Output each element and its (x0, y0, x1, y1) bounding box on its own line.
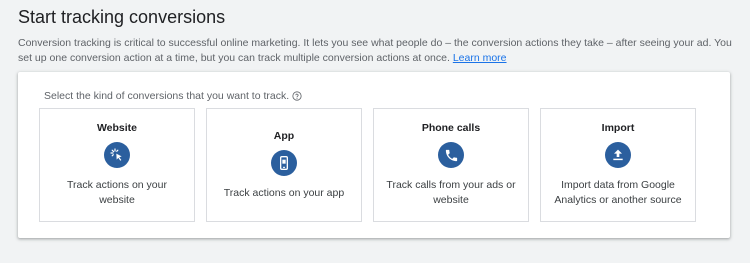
option-title: Phone calls (421, 122, 481, 134)
option-title: App (273, 129, 295, 142)
prompt-text: Select the kind of conversions that you … (44, 90, 290, 102)
option-description: Track actions on your website (67, 179, 167, 206)
cursor-click-icon (104, 142, 130, 168)
description-text: Conversion tracking is critical to succe… (18, 37, 732, 64)
page-description: Conversion tracking is critical to succe… (18, 36, 732, 65)
mobile-app-icon (271, 149, 297, 176)
option-description: Track calls from your ads or website (386, 179, 516, 206)
option-import[interactable]: Import Import data from Google Analytics… (540, 108, 696, 222)
upload-icon (605, 142, 631, 168)
learn-more-link[interactable]: Learn more (453, 52, 507, 64)
help-icon[interactable] (292, 91, 302, 101)
option-website[interactable]: Website Track actions on your website (39, 108, 195, 222)
option-app[interactable]: App Track actions on your app (206, 108, 362, 222)
phone-icon (438, 142, 464, 168)
conversion-type-prompt: Select the kind of conversions that you … (44, 90, 302, 102)
page-title: Start tracking conversions (18, 7, 226, 27)
option-title: Import (601, 122, 635, 134)
option-phone-calls[interactable]: Phone calls Track calls from your ads or… (373, 108, 529, 222)
option-title: Website (96, 122, 138, 134)
option-description: Track actions on your app (223, 186, 345, 199)
conversion-type-card: Select the kind of conversions that you … (18, 72, 730, 238)
option-description: Import data from Google Analytics or ano… (554, 179, 682, 206)
